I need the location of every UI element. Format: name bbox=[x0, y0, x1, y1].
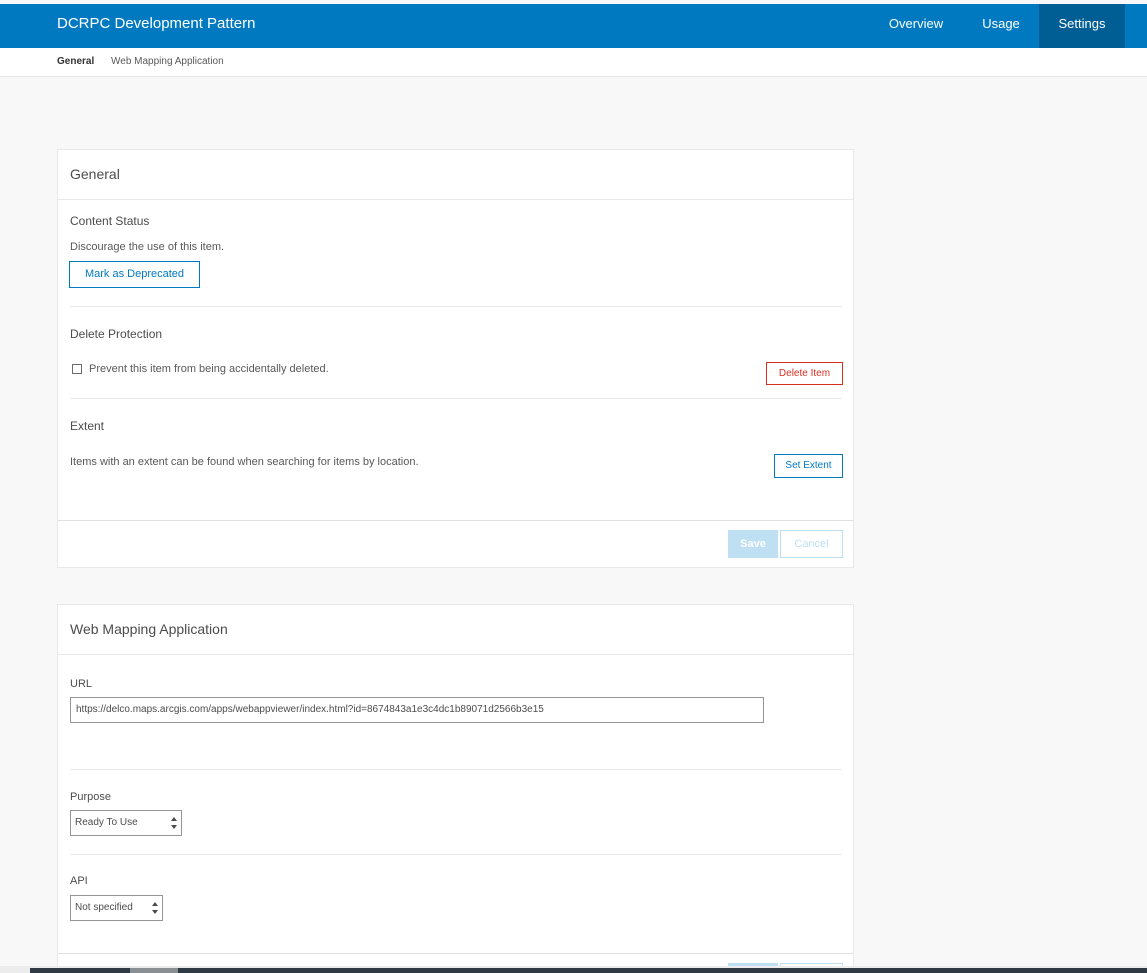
horizontal-scrollbar[interactable] bbox=[0, 966, 1147, 973]
extent-label: Extent bbox=[70, 419, 105, 433]
mark-as-deprecated-button[interactable]: Mark as Deprecated bbox=[69, 261, 200, 288]
general-card-title: General bbox=[70, 166, 120, 182]
purpose-select[interactable]: Ready To Use bbox=[70, 810, 182, 836]
select-arrows-icon bbox=[171, 817, 177, 829]
prevent-delete-checkbox-label[interactable]: Prevent this item from being accidentall… bbox=[89, 363, 329, 375]
api-select-value: Not specified bbox=[75, 902, 133, 913]
web-mapping-application-card: Web Mapping Application URL https://delc… bbox=[57, 604, 854, 973]
scrollbar-track bbox=[30, 968, 1147, 973]
cancel-button[interactable]: Cancel bbox=[780, 530, 843, 558]
purpose-select-value: Ready To Use bbox=[75, 817, 138, 828]
url-input[interactable]: https://delco.maps.arcgis.com/apps/webap… bbox=[70, 697, 764, 723]
app-title: DCRPC Development Pattern bbox=[57, 15, 256, 32]
api-label: API bbox=[70, 875, 88, 887]
card-footer-divider bbox=[58, 953, 853, 954]
content-status-description: Discourage the use of this item. bbox=[70, 241, 225, 253]
url-label: URL bbox=[70, 678, 93, 690]
set-extent-button[interactable]: Set Extent bbox=[774, 454, 843, 478]
divider bbox=[70, 306, 842, 307]
delete-protection-label: Delete Protection bbox=[70, 327, 163, 341]
select-arrows-icon bbox=[152, 902, 158, 914]
subnav-web-mapping-application[interactable]: Web Mapping Application bbox=[111, 56, 224, 67]
api-select[interactable]: Not specified bbox=[70, 895, 163, 921]
scrollbar-thumb[interactable] bbox=[130, 968, 178, 973]
divider bbox=[70, 854, 842, 855]
web-mapping-card-header: Web Mapping Application bbox=[58, 605, 853, 655]
tab-settings[interactable]: Settings bbox=[1039, 4, 1125, 48]
divider bbox=[70, 398, 842, 399]
purpose-label: Purpose bbox=[70, 791, 111, 803]
delete-item-button[interactable]: Delete Item bbox=[766, 362, 843, 385]
web-mapping-card-title: Web Mapping Application bbox=[70, 621, 228, 637]
general-settings-card: General Content Status Discourage the us… bbox=[57, 149, 854, 568]
tab-usage[interactable]: Usage bbox=[963, 4, 1039, 48]
save-button[interactable]: Save bbox=[728, 530, 778, 558]
prevent-delete-checkbox[interactable] bbox=[72, 364, 82, 374]
card-footer-divider bbox=[58, 520, 853, 521]
content-status-label: Content Status bbox=[70, 214, 150, 228]
subnav-general[interactable]: General bbox=[57, 56, 94, 67]
extent-description: Items with an extent can be found when s… bbox=[70, 456, 419, 468]
general-card-header: General bbox=[58, 150, 853, 200]
tab-overview[interactable]: Overview bbox=[876, 4, 956, 48]
top-navigation-bar: DCRPC Development Pattern Overview Usage… bbox=[0, 4, 1147, 48]
settings-subnav: General Web Mapping Application bbox=[0, 48, 1147, 77]
divider bbox=[70, 769, 842, 770]
